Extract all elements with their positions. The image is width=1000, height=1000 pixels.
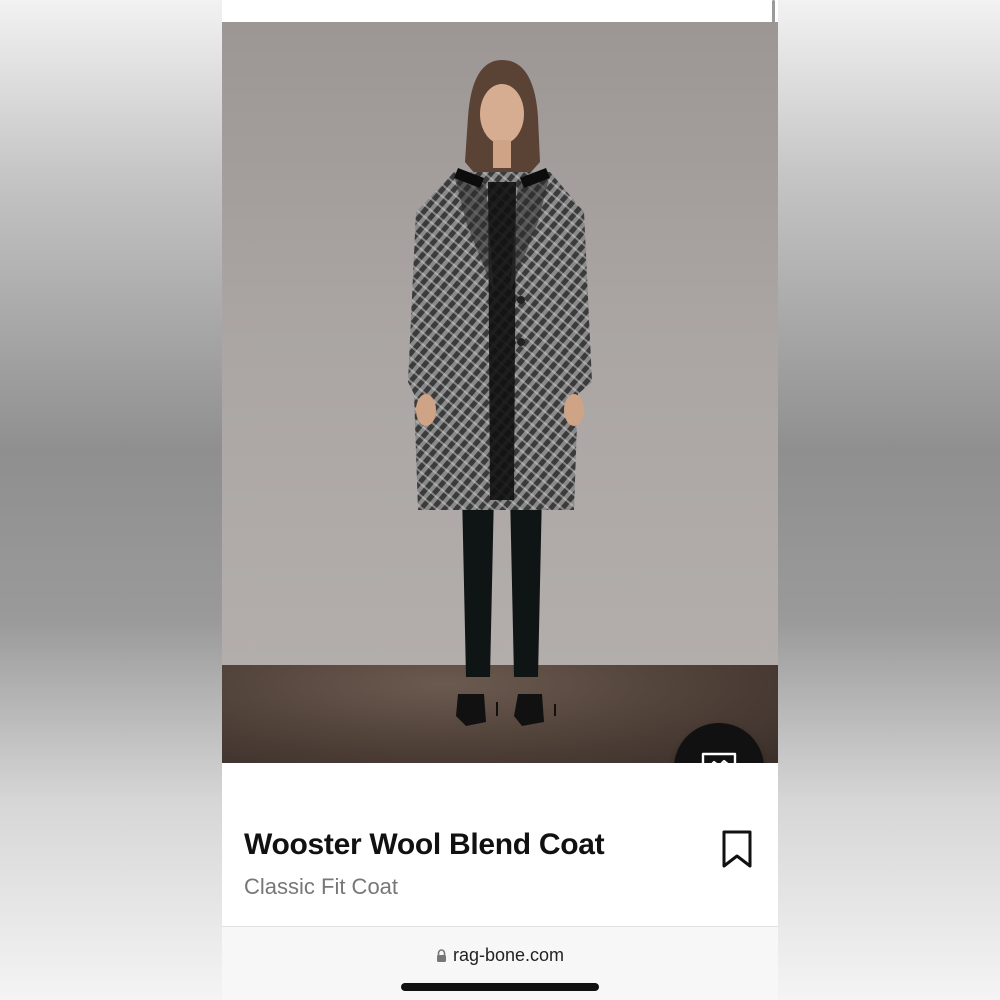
scroll-indicator[interactable] [772, 0, 775, 24]
mobile-screen: Wooster Wool Blend Coat Classic Fit Coat… [222, 0, 778, 1000]
browser-url-bar: rag-bone.com [222, 926, 778, 1000]
home-indicator[interactable] [401, 983, 599, 991]
url-text: rag-bone.com [452, 945, 565, 965]
product-subtitle: Classic Fit Coat [244, 874, 399, 899]
model-wearing-coat [408, 60, 592, 726]
lock-icon [436, 949, 446, 963]
url-display[interactable]: rag-bone.com [222, 945, 778, 966]
top-bar [222, 0, 778, 22]
product-title: Wooster Wool Blend Coat [244, 828, 605, 861]
product-image[interactable] [222, 22, 778, 763]
product-info: Wooster Wool Blend Coat Classic Fit Coat [222, 763, 778, 926]
bookmark-icon[interactable] [720, 829, 754, 869]
